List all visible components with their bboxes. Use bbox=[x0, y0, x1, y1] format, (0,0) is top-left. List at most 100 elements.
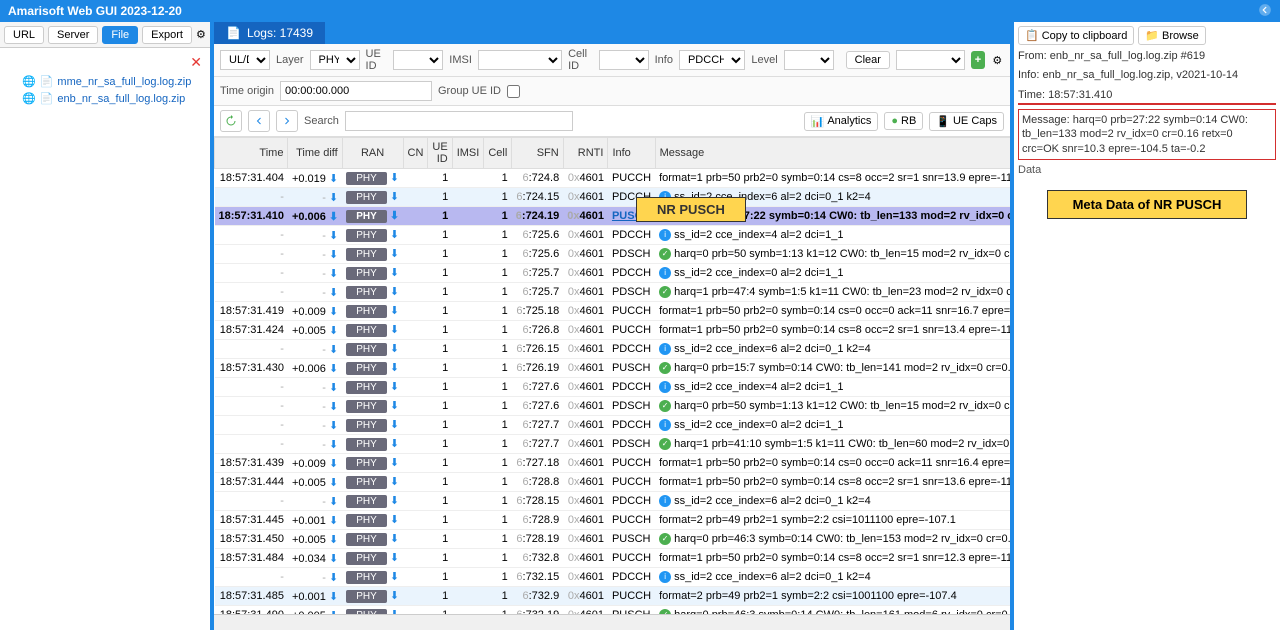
sidebar: URL Server File Export ⚙ ✕ 🌐📄mme_nr_sa_f… bbox=[0, 22, 212, 630]
url-button[interactable]: URL bbox=[4, 26, 44, 44]
h-scrollbar[interactable] bbox=[214, 614, 1010, 630]
collapse-icon[interactable] bbox=[1258, 3, 1272, 20]
rp-from: From: enb_nr_sa_full_log.log.zip #619 bbox=[1018, 49, 1276, 64]
next-button[interactable] bbox=[276, 110, 298, 132]
search-input[interactable] bbox=[345, 111, 573, 131]
table-row[interactable]: 18:57:31.485+0.001 ⬇PHY ⬇116:732.90x4601… bbox=[215, 587, 1011, 606]
col-ue-id[interactable]: UE ID bbox=[428, 138, 452, 169]
gear-icon[interactable]: ⚙ bbox=[991, 51, 1004, 69]
refresh-button[interactable] bbox=[220, 110, 242, 132]
annotation-meta: Meta Data of NR PUSCH bbox=[1047, 190, 1247, 219]
table-row[interactable]: -- ⬇PHY ⬇116:728.150x4601PDCCHiss_id=2 c… bbox=[215, 492, 1011, 511]
file-name: enb_nr_sa_full_log.log.zip bbox=[57, 93, 185, 105]
table-row[interactable]: -- ⬇PHY ⬇116:725.60x4601PDSCH✓harq=0 prb… bbox=[215, 245, 1011, 264]
filter-row-3: Search 📊Analytics ●RB 📱UE Caps bbox=[214, 106, 1010, 137]
cellid-select[interactable] bbox=[599, 50, 649, 70]
export-button[interactable]: Export bbox=[142, 26, 192, 44]
table-row[interactable]: -- ⬇PHY ⬇116:732.150x4601PDCCHiss_id=2 c… bbox=[215, 568, 1011, 587]
col-message[interactable]: Message bbox=[655, 138, 1010, 169]
browse-button[interactable]: 📁Browse bbox=[1138, 26, 1205, 45]
rb-icon: ● bbox=[891, 115, 898, 127]
sidebar-toolbar: URL Server File Export ⚙ bbox=[0, 22, 210, 48]
globe-icon: 🌐 bbox=[22, 75, 36, 88]
table-row[interactable]: -- ⬇PHY ⬇116:726.150x4601PDCCHiss_id=2 c… bbox=[215, 340, 1011, 359]
table-row[interactable]: 18:57:31.484+0.034 ⬇PHY ⬇116:732.80x4601… bbox=[215, 549, 1011, 568]
table-row[interactable]: -- ⬇PHY ⬇116:724.150x4601PDCCHiss_id=2 c… bbox=[215, 188, 1011, 207]
folder-icon: 📁 bbox=[1145, 29, 1159, 42]
file-button[interactable]: File bbox=[102, 26, 138, 44]
col-ran[interactable]: RAN bbox=[342, 138, 403, 169]
log-table: TimeTime diffRANCNUE IDIMSICellSFNRNTIIn… bbox=[214, 137, 1010, 614]
table-row[interactable]: -- ⬇PHY ⬇116:725.70x4601PDSCH✓harq=1 prb… bbox=[215, 283, 1011, 302]
time-origin-input[interactable] bbox=[280, 81, 432, 101]
col-rnti[interactable]: RNTI bbox=[563, 138, 608, 169]
col-cn[interactable]: CN bbox=[403, 138, 428, 169]
table-row[interactable]: 18:57:31.424+0.005 ⬇PHY ⬇116:726.80x4601… bbox=[215, 321, 1011, 340]
file-item[interactable]: 🌐📄mme_nr_sa_full_log.log.zip bbox=[4, 73, 206, 90]
cellid-label: Cell ID bbox=[568, 48, 593, 72]
col-sfn[interactable]: SFN bbox=[512, 138, 563, 169]
col-time[interactable]: Time bbox=[215, 138, 288, 169]
table-row[interactable]: 18:57:31.404+0.019 ⬇PHY ⬇116:724.80x4601… bbox=[215, 169, 1011, 188]
table-row[interactable]: 18:57:31.410+0.006 ⬇PHY ⬇116:724.190x460… bbox=[215, 207, 1011, 226]
time-origin-label: Time origin bbox=[220, 85, 274, 97]
right-panel: 📋Copy to clipboard 📁Browse From: enb_nr_… bbox=[1012, 22, 1280, 630]
zip-icon: 📄 bbox=[40, 92, 54, 105]
copy-button[interactable]: 📋Copy to clipboard bbox=[1018, 26, 1134, 45]
gear-icon[interactable]: ⚙ bbox=[196, 26, 206, 44]
ueid-select[interactable] bbox=[393, 50, 443, 70]
col-imsi[interactable]: IMSI bbox=[452, 138, 484, 169]
app-header: Amarisoft Web GUI 2023-12-20 bbox=[0, 0, 1280, 22]
table-row[interactable]: 18:57:31.444+0.005 ⬇PHY ⬇116:728.80x4601… bbox=[215, 473, 1011, 492]
close-icon[interactable]: ✕ bbox=[4, 52, 206, 73]
table-row[interactable]: -- ⬇PHY ⬇116:725.70x4601PDCCHiss_id=2 cc… bbox=[215, 264, 1011, 283]
prev-button[interactable] bbox=[248, 110, 270, 132]
col-time-diff[interactable]: Time diff bbox=[288, 138, 342, 169]
logs-tab[interactable]: 📄Logs: 17439 bbox=[214, 22, 325, 44]
file-item[interactable]: 🌐 📄enb_nr_sa_full_log.log.zip bbox=[4, 90, 206, 107]
info-select[interactable]: PDCCH, PI bbox=[679, 50, 745, 70]
uecaps-button[interactable]: 📱UE Caps bbox=[929, 112, 1004, 131]
clear-select[interactable] bbox=[896, 50, 965, 70]
clear-button[interactable]: Clear bbox=[846, 51, 890, 69]
uldl-select[interactable]: UL/DL bbox=[220, 50, 270, 70]
server-button[interactable]: Server bbox=[48, 26, 98, 44]
log-table-wrap[interactable]: NR PUSCH TimeTime diffRANCNUE IDIMSICell… bbox=[214, 137, 1010, 614]
rp-time: Time: 18:57:31.410 bbox=[1018, 88, 1276, 105]
globe-icon: 🌐 bbox=[22, 92, 36, 105]
table-row[interactable]: 18:57:31.445+0.001 ⬇PHY ⬇116:728.90x4601… bbox=[215, 511, 1011, 530]
table-row[interactable]: 18:57:31.419+0.009 ⬇PHY ⬇116:725.180x460… bbox=[215, 302, 1011, 321]
table-row[interactable]: -- ⬇PHY ⬇116:725.60x4601PDCCHiss_id=2 cc… bbox=[215, 226, 1011, 245]
add-button[interactable]: + bbox=[971, 51, 984, 69]
rp-message: Message: harq=0 prb=27:22 symb=0:14 CW0:… bbox=[1018, 109, 1276, 160]
table-row[interactable]: 18:57:31.430+0.006 ⬇PHY ⬇116:726.190x460… bbox=[215, 359, 1011, 378]
level-select[interactable] bbox=[784, 50, 834, 70]
analytics-button[interactable]: 📊Analytics bbox=[804, 112, 879, 131]
center-panel: 📄Logs: 17439 UL/DL Layer PHY UE ID IMSI … bbox=[212, 22, 1012, 630]
col-info[interactable]: Info bbox=[608, 138, 655, 169]
table-row[interactable]: 18:57:31.450+0.005 ⬇PHY ⬇116:728.190x460… bbox=[215, 530, 1011, 549]
rb-button[interactable]: ●RB bbox=[884, 112, 923, 130]
table-row[interactable]: -- ⬇PHY ⬇116:727.70x4601PDSCH✓harq=1 prb… bbox=[215, 435, 1011, 454]
table-row[interactable]: 18:57:31.490+0.005 ⬇PHY ⬇116:732.190x460… bbox=[215, 606, 1011, 615]
group-ue-label: Group UE ID bbox=[438, 85, 501, 97]
tab-title: Logs: 17439 bbox=[247, 26, 313, 40]
table-row[interactable]: -- ⬇PHY ⬇116:727.60x4601PDSCH✓harq=0 prb… bbox=[215, 397, 1011, 416]
info-label: Info bbox=[655, 54, 673, 66]
rp-toolbar: 📋Copy to clipboard 📁Browse bbox=[1018, 26, 1276, 45]
table-row[interactable]: 18:57:31.439+0.009 ⬇PHY ⬇116:727.180x460… bbox=[215, 454, 1011, 473]
table-row[interactable]: -- ⬇PHY ⬇116:727.60x4601PDCCHiss_id=2 cc… bbox=[215, 378, 1011, 397]
imsi-select[interactable] bbox=[478, 50, 562, 70]
group-ue-checkbox[interactable] bbox=[507, 85, 520, 98]
ue-icon: 📱 bbox=[936, 115, 950, 128]
file-name: mme_nr_sa_full_log.log.zip bbox=[57, 76, 191, 88]
col-cell[interactable]: Cell bbox=[484, 138, 512, 169]
level-label: Level bbox=[751, 54, 777, 66]
rp-data-label: Data bbox=[1018, 164, 1276, 176]
search-label: Search bbox=[304, 115, 339, 127]
layer-select[interactable]: PHY bbox=[310, 50, 360, 70]
table-row[interactable]: -- ⬇PHY ⬇116:727.70x4601PDCCHiss_id=2 cc… bbox=[215, 416, 1011, 435]
rp-info-line: Info: enb_nr_sa_full_log.log.zip, v2021-… bbox=[1018, 68, 1276, 83]
imsi-label: IMSI bbox=[449, 54, 472, 66]
layer-label: Layer bbox=[276, 54, 304, 66]
